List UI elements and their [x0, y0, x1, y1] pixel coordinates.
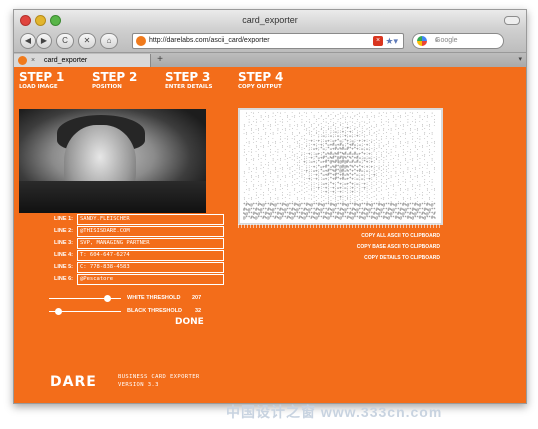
tab-label: card_exporter: [44, 57, 88, 64]
step-4[interactable]: STEP 4 COPY OUTPUT: [238, 70, 283, 91]
portrait-image[interactable]: [19, 109, 206, 213]
search-input[interactable]: Google ⌕: [412, 33, 504, 49]
step-title: STEP 1: [19, 70, 65, 84]
detail-input[interactable]: T: 604-647-6274: [77, 250, 224, 261]
step-1[interactable]: STEP 1 LOAD IMAGE: [19, 70, 64, 91]
close-window-button[interactable]: [20, 15, 31, 26]
home-button[interactable]: ⌂: [100, 33, 118, 49]
tab-favicon-icon: [18, 56, 27, 65]
detail-label: LINE 4:: [54, 252, 73, 258]
watermark: 中国设计之窗 www.333cn.com: [226, 404, 443, 420]
detail-input[interactable]: @THISISDARE.COM: [77, 226, 224, 237]
site-favicon-icon: [136, 36, 146, 46]
back-button[interactable]: ◀: [20, 33, 36, 49]
tab-list-icon[interactable]: ▾: [518, 55, 522, 63]
step-subtitle: COPY OUTPUT: [238, 84, 282, 90]
reload-icon: C: [62, 36, 68, 45]
detail-label: LINE 3:: [54, 240, 73, 246]
done-button[interactable]: DONE: [175, 317, 204, 327]
title-bar: card_exporter: [14, 10, 526, 30]
app-name: BUSINESS CARD EXPORTER: [118, 374, 200, 380]
forward-arrow-icon: ▶: [40, 36, 48, 45]
detail-label: LINE 2:: [54, 228, 73, 234]
forward-button[interactable]: ▶: [36, 33, 52, 49]
copy-details-button[interactable]: COPY DETAILS TO CLIPBOARD: [364, 255, 440, 261]
detail-label: LINE 5:: [54, 264, 73, 270]
window-controls: [20, 15, 61, 26]
new-tab-button[interactable]: +: [154, 54, 166, 66]
tab-close-icon[interactable]: ×: [31, 54, 35, 67]
dare-logo: DARE: [50, 374, 97, 390]
step-title: STEP 3: [165, 70, 211, 84]
black-threshold-slider[interactable]: BLACK THRESHOLD 32: [49, 307, 234, 317]
zoom-window-button[interactable]: [50, 15, 61, 26]
google-icon: [417, 36, 427, 46]
stop-icon: ✕: [83, 36, 91, 45]
detail-input[interactable]: SVP, MANAGING PARTNER: [77, 238, 224, 249]
copy-all-ascii-button[interactable]: COPY ALL ASCII TO CLIPBOARD: [361, 233, 440, 239]
app-info: BUSINESS CARD EXPORTER VERSION 3.3: [118, 373, 200, 389]
home-icon: ⌂: [106, 36, 112, 45]
detail-input[interactable]: SANDY.FLEISCHER: [77, 214, 224, 225]
black-threshold-label: BLACK THRESHOLD: [127, 308, 182, 314]
tab-bar: × card_exporter + ▾: [14, 53, 526, 68]
address-bar[interactable]: http://darelabs.com/ascii_card/exporter …: [132, 33, 404, 49]
reload-button[interactable]: C: [56, 33, 74, 49]
detail-input[interactable]: @Pescatore: [77, 274, 224, 285]
tab-card-exporter[interactable]: × card_exporter: [14, 54, 151, 67]
white-threshold-value: 207: [192, 295, 202, 301]
copy-base-ascii-button[interactable]: COPY BASE ASCII TO CLIPBOARD: [357, 244, 440, 250]
browser-toolbar: ◀ ▶ C ✕ ⌂ http://darelabs.com/ascii_card…: [14, 30, 526, 53]
step-subtitle: ENTER DETAILS: [165, 84, 213, 90]
window-title: card_exporter: [242, 15, 298, 25]
white-threshold-slider[interactable]: WHITE THRESHOLD 207: [49, 294, 234, 304]
detail-label: LINE 6:: [54, 276, 73, 282]
white-threshold-knob[interactable]: [104, 295, 112, 302]
ascii-output-preview: '.`' `. `. '.`' `. `. '.`' `. `. `.-`.-'…: [238, 108, 443, 225]
black-threshold-knob[interactable]: [55, 308, 63, 315]
toolbar-toggle-button[interactable]: [504, 16, 520, 25]
detail-input[interactable]: C: 778-838-4583: [77, 262, 224, 273]
ascii-details-strip: [238, 224, 441, 228]
white-threshold-label: WHITE THRESHOLD: [127, 295, 181, 301]
step-subtitle: LOAD IMAGE: [19, 84, 58, 90]
step-title: STEP 2: [92, 70, 138, 84]
back-arrow-icon: ◀: [24, 36, 32, 45]
app-version: VERSION 3.3: [118, 382, 159, 388]
step-2[interactable]: STEP 2 POSITION: [92, 70, 137, 91]
step-subtitle: POSITION: [92, 84, 122, 90]
detail-label: LINE 1:: [54, 216, 73, 222]
url-text: http://darelabs.com/ascii_card/exporter: [149, 37, 270, 44]
search-icon[interactable]: ⌕: [435, 34, 498, 48]
stop-button[interactable]: ✕: [78, 33, 96, 49]
browser-window: card_exporter ◀ ▶ C ✕ ⌂ http://darelabs.…: [13, 9, 527, 404]
step-3[interactable]: STEP 3 ENTER DETAILS: [165, 70, 212, 91]
step-title: STEP 4: [238, 70, 284, 84]
app-content: STEP 1 LOAD IMAGE STEP 2 POSITION STEP 3…: [14, 67, 526, 403]
bookmark-star-icon[interactable]: ★▾: [385, 34, 398, 48]
blocked-content-icon[interactable]: ×: [373, 36, 383, 46]
black-threshold-value: 32: [195, 308, 202, 314]
minimize-window-button[interactable]: [35, 15, 46, 26]
